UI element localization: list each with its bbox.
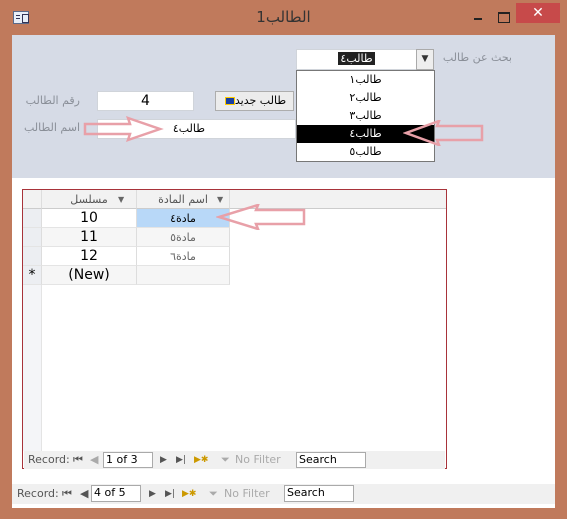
maximize-button[interactable] xyxy=(493,8,515,26)
subject-cell[interactable]: مادة٦ xyxy=(137,247,230,266)
name-label: اسم الطالب xyxy=(23,121,80,134)
serial-cell[interactable]: 10 xyxy=(42,209,137,228)
new-record-icon xyxy=(224,97,235,105)
record-label: Record: xyxy=(17,487,59,500)
search-box[interactable]: Search xyxy=(284,485,354,502)
no-filter-button[interactable]: No Filter xyxy=(235,451,281,469)
last-record-icon[interactable]: ▶| xyxy=(176,451,186,469)
arrow-left-annotation xyxy=(216,204,306,230)
new-row-marker[interactable]: * xyxy=(23,266,42,285)
row-selector[interactable] xyxy=(23,247,42,266)
student-id-field[interactable]: 4 xyxy=(97,91,194,111)
search-box[interactable]: Search xyxy=(296,452,366,468)
arrow-left-annotation xyxy=(403,120,484,146)
row-selector[interactable] xyxy=(23,228,42,247)
serial-cell[interactable]: 11 xyxy=(42,228,137,247)
next-record-icon[interactable]: ▶ xyxy=(160,451,167,469)
filter-icon[interactable]: ⏷ xyxy=(221,451,230,469)
search-combo-value: طالب٤ xyxy=(338,52,375,65)
row-selector[interactable] xyxy=(23,209,42,228)
new-row-cell[interactable]: (New) xyxy=(42,266,137,285)
record-position-input[interactable]: 4 of 5 xyxy=(91,485,141,502)
main-record-navigator: Record: ⏮ ◀ 4 of 5 ▶ ▶| ▶✱ ⏷ No Filter S… xyxy=(12,484,555,504)
record-label: Record: xyxy=(28,453,70,466)
new-row-subject-cell[interactable] xyxy=(137,266,230,285)
id-label: رقم الطالب xyxy=(25,94,80,107)
subform-record-navigator: Record: ⏮ ◀ 1 of 3 ▶ ▶| ▶✱ ⏷ No Filter S… xyxy=(24,451,445,469)
minimize-button[interactable] xyxy=(467,8,489,26)
close-button[interactable]: ✕ xyxy=(516,3,560,23)
new-student-label: طالب جديد xyxy=(234,94,287,107)
column-label: اسم المادة xyxy=(158,193,208,206)
first-record-icon[interactable]: ⏮ xyxy=(73,451,83,469)
dropdown-item[interactable]: طالب٢ xyxy=(297,89,434,107)
search-combo[interactable]: طالب٤ xyxy=(296,49,417,70)
new-record-icon[interactable]: ▶✱ xyxy=(182,484,196,504)
column-label: مسلسل xyxy=(70,193,108,206)
prev-record-icon[interactable]: ◀ xyxy=(80,484,88,504)
prev-record-icon[interactable]: ◀ xyxy=(90,451,98,469)
search-label: بحث عن طالب xyxy=(442,51,512,64)
next-record-icon[interactable]: ▶ xyxy=(149,484,156,504)
record-position-input[interactable]: 1 of 3 xyxy=(103,452,153,468)
new-student-button[interactable]: طالب جديد xyxy=(215,91,294,111)
column-header-serial[interactable]: ▼ مسلسل xyxy=(42,190,137,209)
chevron-down-icon[interactable]: ▼ xyxy=(416,49,434,70)
new-record-icon[interactable]: ▶✱ xyxy=(194,451,208,469)
filter-icon[interactable]: ⏷ xyxy=(209,484,218,504)
arrow-right-annotation xyxy=(83,116,164,142)
first-record-icon[interactable]: ⏮ xyxy=(62,484,72,504)
selector-column xyxy=(23,285,42,451)
search-dropdown-list: طالب١ طالب٢ طالب٣ طالب٤ طالب٥ xyxy=(296,70,435,162)
serial-cell[interactable]: 12 xyxy=(42,247,137,266)
dropdown-item[interactable]: طالب١ xyxy=(297,71,434,89)
no-filter-button[interactable]: No Filter xyxy=(224,484,270,504)
last-record-icon[interactable]: ▶| xyxy=(165,484,175,504)
subjects-subform: ▼ مسلسل ▼ اسم المادة 10 مادة٤ 11 مادة٥ 12 … xyxy=(22,189,447,469)
select-all-corner[interactable] xyxy=(23,190,42,209)
subject-cell[interactable]: مادة٥ xyxy=(137,228,230,247)
